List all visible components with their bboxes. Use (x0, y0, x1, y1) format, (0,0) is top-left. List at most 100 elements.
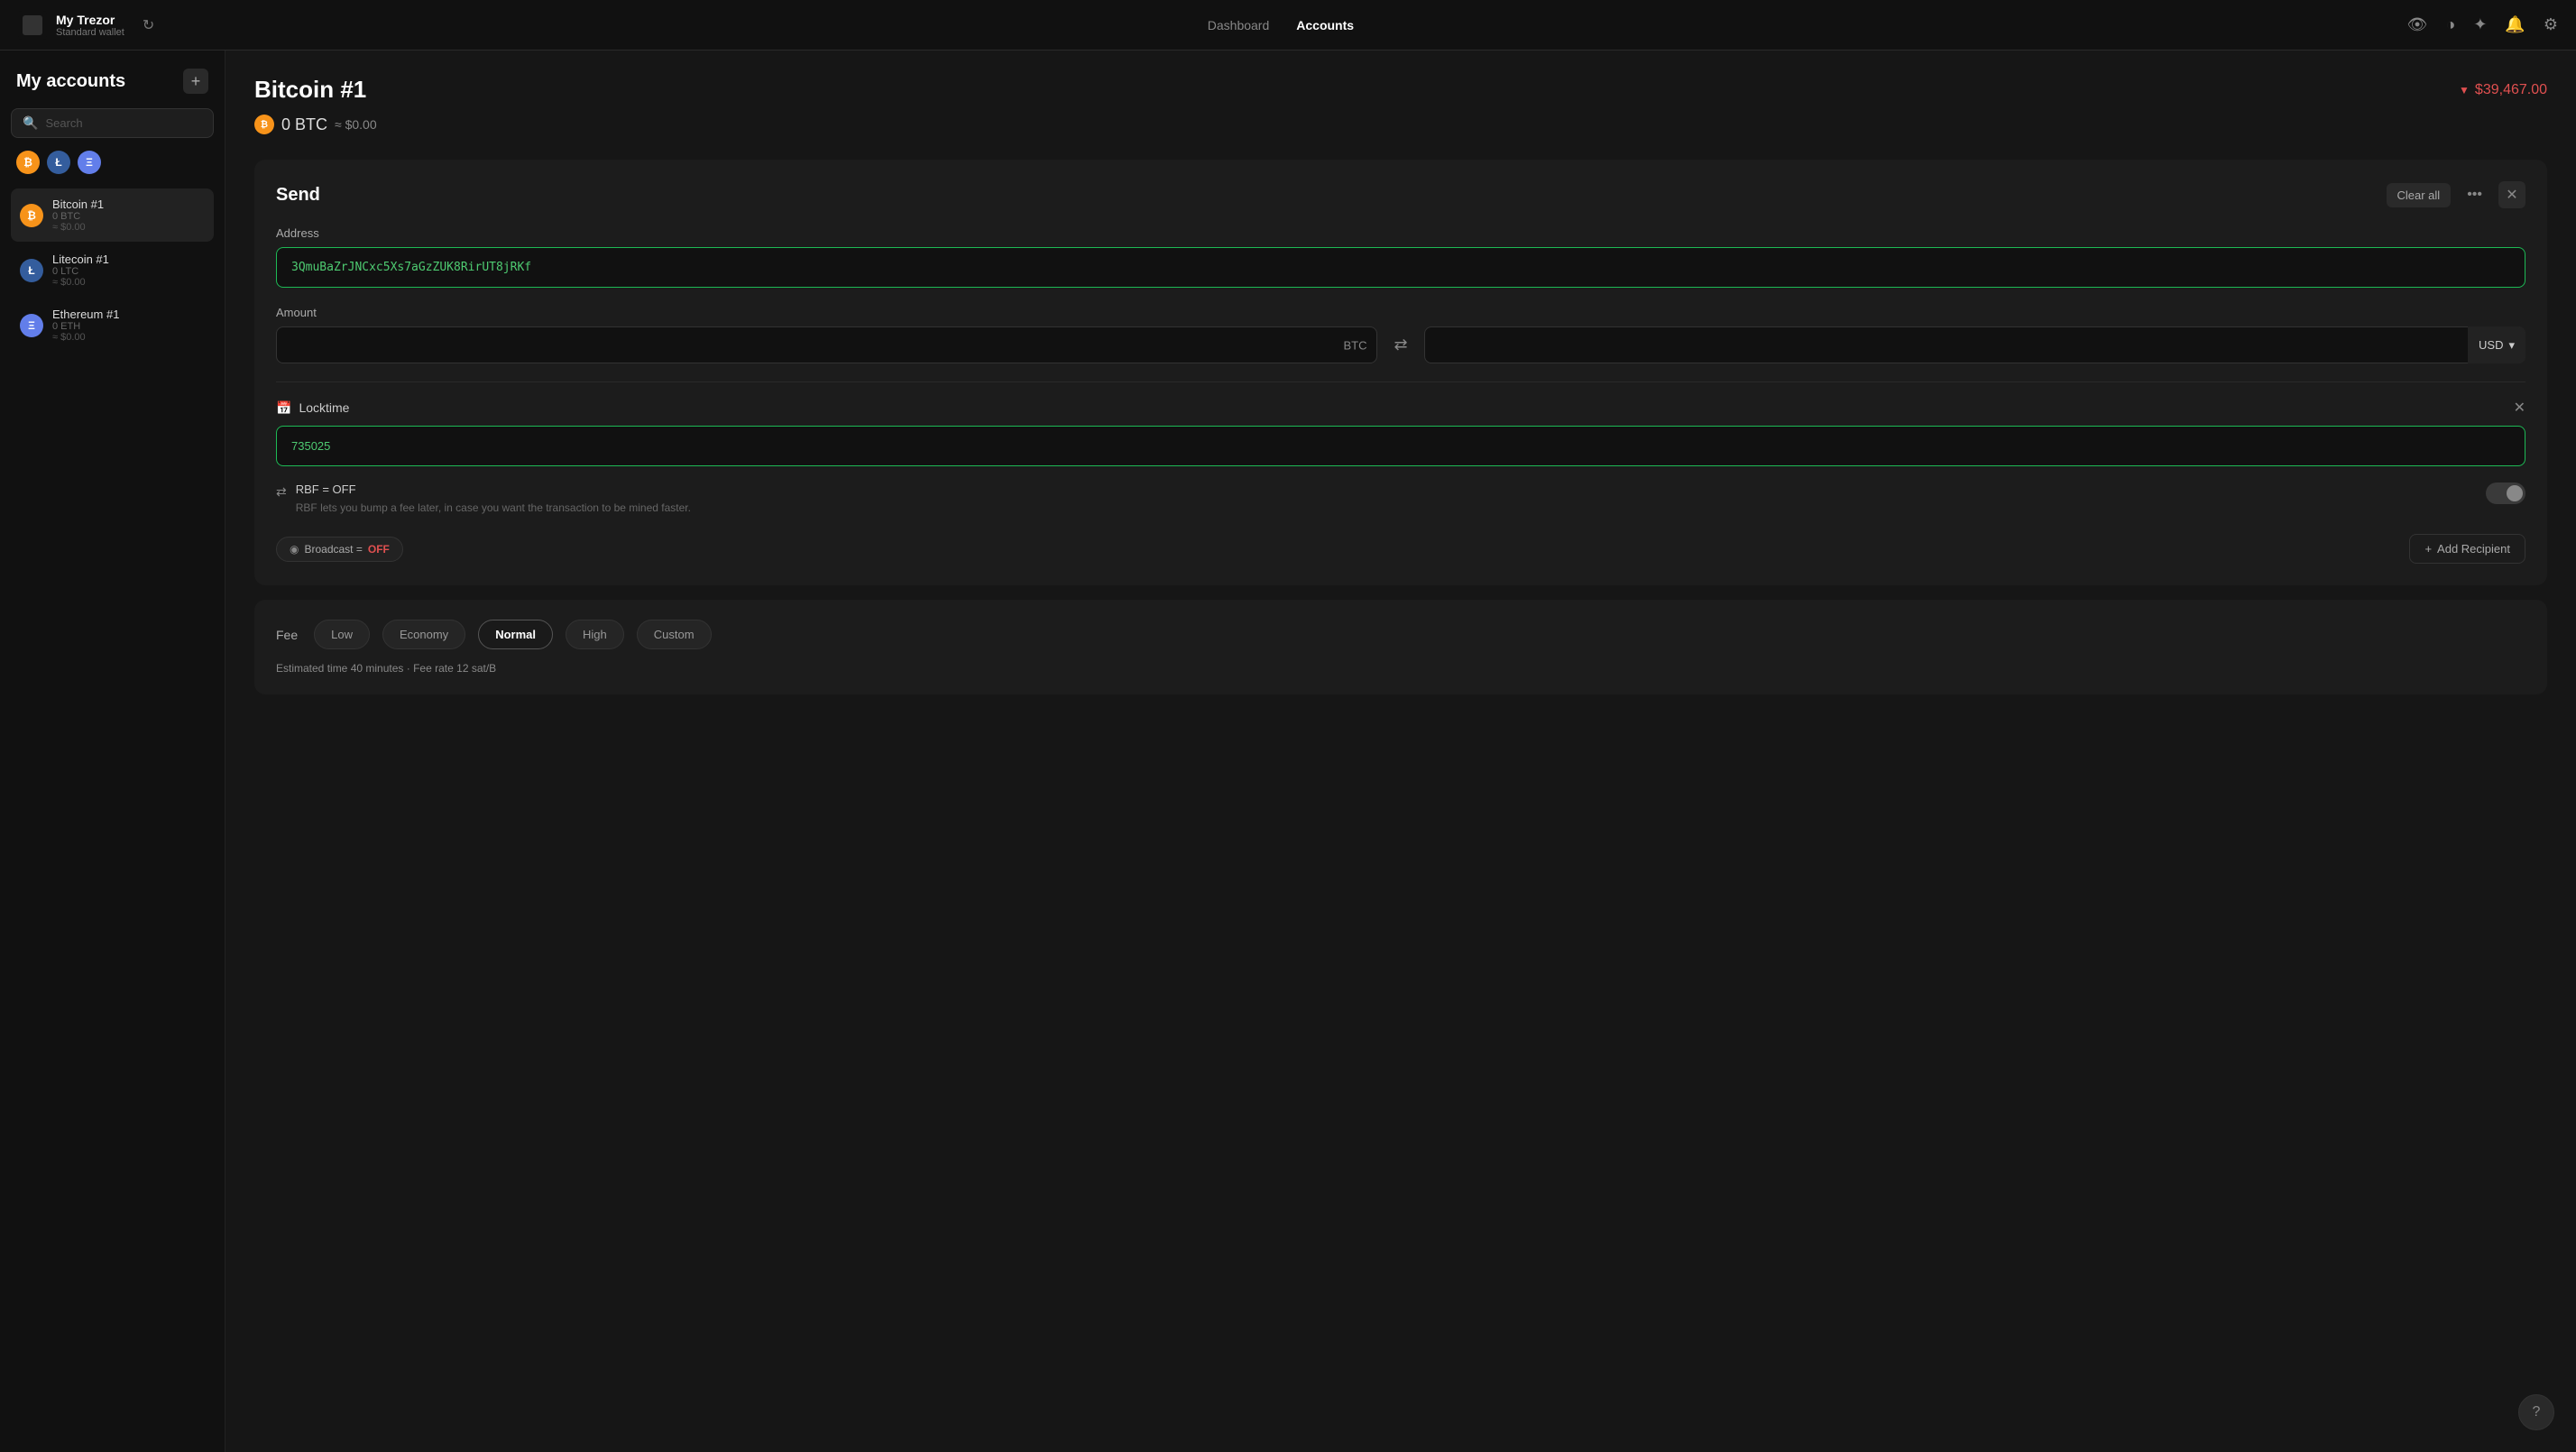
account-header: Bitcoin #1 ▼ $39,467.00 (254, 76, 2547, 104)
account-info-ethereum: Ethereum #1 0 ETH ≈ $0.00 (52, 308, 119, 343)
search-icon: 🔍 (23, 115, 38, 131)
amount-label: Amount (276, 306, 2525, 319)
contrast-icon[interactable]: ◑ (2445, 15, 2455, 34)
swap-currency-button[interactable]: ⇄ (1388, 330, 1412, 360)
account-name-ethereum: Ethereum #1 (52, 308, 119, 321)
account-usd-ethereum: ≈ $0.00 (52, 332, 119, 343)
topbar-right: 👁 ◑ ✦ 🔔 ⚙ (2407, 15, 2558, 34)
filter-btc[interactable]: ₿ (16, 151, 40, 174)
fee-option-high[interactable]: High (566, 620, 624, 649)
fee-option-economy[interactable]: Economy (382, 620, 465, 649)
address-label: Address (276, 226, 2525, 240)
fee-rate-value: 12 sat/B (456, 662, 496, 675)
rbf-left: ⇄ RBF = OFF RBF lets you bump a fee late… (276, 482, 691, 516)
add-recipient-label: Add Recipient (2437, 542, 2510, 556)
account-price-value: $39,467.00 (2475, 82, 2547, 98)
add-recipient-plus-icon: + (2424, 542, 2432, 556)
account-item-ethereum[interactable]: Ξ Ethereum #1 0 ETH ≈ $0.00 (11, 299, 214, 352)
send-title: Send (276, 185, 320, 206)
account-balance-bitcoin: 0 BTC (52, 211, 104, 222)
account-usd-litecoin: ≈ $0.00 (52, 277, 109, 288)
locktime-calendar-icon: 📅 (276, 400, 291, 416)
account-usd-bitcoin: ≈ $0.00 (52, 222, 104, 233)
fee-option-normal[interactable]: Normal (478, 620, 553, 649)
account-info-litecoin: Litecoin #1 0 LTC ≈ $0.00 (52, 253, 109, 288)
send-header: Send Clear all ••• ✕ (276, 181, 2525, 208)
locktime-title: Locktime (299, 400, 349, 415)
estimated-time-value: 40 minutes (351, 662, 404, 675)
account-info-bitcoin: Bitcoin #1 0 BTC ≈ $0.00 (52, 198, 104, 233)
clear-all-button[interactable]: Clear all (2387, 183, 2452, 207)
btc-balance-icon: ₿ (254, 115, 274, 134)
topbar-brand: My Trezor Standard wallet (56, 13, 124, 38)
sidebar-header: My accounts + (11, 69, 214, 94)
search-box: 🔍 (11, 108, 214, 138)
send-card: Send Clear all ••• ✕ Address Amount BT (254, 160, 2547, 585)
refresh-icon[interactable]: ↻ (143, 16, 154, 34)
send-actions: Clear all ••• ✕ (2387, 181, 2526, 208)
broadcast-icon: ◉ (290, 543, 299, 556)
rbf-info: RBF = OFF RBF lets you bump a fee later,… (296, 482, 691, 516)
help-button[interactable]: ? (2518, 1394, 2554, 1430)
bell-icon[interactable]: 🔔 (2505, 15, 2525, 34)
fee-option-custom[interactable]: Custom (637, 620, 712, 649)
account-item-bitcoin[interactable]: ₿ Bitcoin #1 0 BTC ≈ $0.00 (11, 188, 214, 242)
fee-label: Fee (276, 628, 298, 642)
star-icon[interactable]: ✦ (2473, 15, 2487, 34)
more-options-button[interactable]: ••• (2460, 183, 2489, 207)
rbf-icon: ⇄ (276, 484, 287, 500)
close-send-button[interactable]: ✕ (2498, 181, 2525, 208)
btc-approx: ≈ $0.00 (335, 117, 377, 132)
eye-icon[interactable]: 👁 (2407, 15, 2428, 34)
usd-currency-label: USD (2479, 338, 2503, 352)
rbf-title: RBF = OFF (296, 482, 691, 496)
locktime-label: 📅 Locktime (276, 400, 349, 416)
amount-group: Amount BTC ⇄ USD ▾ (276, 306, 2525, 363)
locktime-section: 📅 Locktime ✕ (276, 399, 2525, 466)
filter-ltc[interactable]: Ł (47, 151, 70, 174)
sidebar-title: My accounts (16, 71, 125, 92)
account-item-litecoin[interactable]: Ł Litecoin #1 0 LTC ≈ $0.00 (11, 244, 214, 297)
topbar-left: My Trezor Standard wallet ↻ (18, 11, 154, 40)
search-input[interactable] (45, 116, 202, 130)
btc-currency-label: BTC (1343, 338, 1366, 352)
locktime-close-button[interactable]: ✕ (2514, 399, 2525, 417)
fee-option-low[interactable]: Low (314, 620, 370, 649)
topbar: My Trezor Standard wallet ↻ Dashboard Ac… (0, 0, 2576, 51)
usd-input-wrap: USD ▾ (1424, 326, 2525, 363)
trezor-logo (18, 11, 47, 40)
topbar-nav: Dashboard Accounts (1208, 18, 1354, 32)
account-name-bitcoin: Bitcoin #1 (52, 198, 104, 211)
btc-amount: 0 BTC (281, 115, 327, 134)
broadcast-badge[interactable]: ◉ Broadcast = OFF (276, 537, 403, 562)
add-account-button[interactable]: + (183, 69, 208, 94)
currency-dropdown-icon: ▾ (2508, 338, 2515, 353)
fee-card: Fee Low Economy Normal High Custom Estim… (254, 600, 2547, 694)
main-content: Bitcoin #1 ▼ $39,467.00 ₿ 0 BTC ≈ $0.00 … (225, 51, 2576, 1452)
fee-rate-label: Fee rate (413, 662, 454, 675)
btc-input-wrap: BTC (276, 326, 1377, 363)
account-balance-ethereum: 0 ETH (52, 321, 119, 332)
add-recipient-button[interactable]: + Add Recipient (2409, 534, 2525, 564)
sidebar: My accounts + 🔍 ₿ Ł Ξ ₿ Bitcoin #1 0 BTC… (0, 51, 225, 1452)
rbf-toggle[interactable] (2486, 482, 2525, 504)
account-balance-litecoin: 0 LTC (52, 266, 109, 277)
gear-icon[interactable]: ⚙ (2544, 15, 2558, 34)
app-name: My Trezor (56, 13, 124, 27)
section-divider (276, 381, 2525, 382)
account-title: Bitcoin #1 (254, 76, 366, 104)
nav-dashboard[interactable]: Dashboard (1208, 18, 1270, 32)
usd-amount-input[interactable] (1424, 326, 2525, 363)
btc-icon: ₿ (20, 204, 43, 227)
amount-row: BTC ⇄ USD ▾ (276, 326, 2525, 363)
help-icon: ? (2533, 1404, 2541, 1420)
usd-currency-select[interactable]: USD ▾ (2468, 326, 2525, 363)
nav-accounts[interactable]: Accounts (1296, 18, 1354, 32)
wallet-type: Standard wallet (56, 27, 124, 38)
address-input[interactable] (276, 247, 2525, 288)
account-name-litecoin: Litecoin #1 (52, 253, 109, 266)
btc-amount-input[interactable] (276, 326, 1377, 363)
filter-eth[interactable]: Ξ (78, 151, 101, 174)
locktime-input[interactable] (276, 426, 2525, 466)
locktime-header: 📅 Locktime ✕ (276, 399, 2525, 417)
